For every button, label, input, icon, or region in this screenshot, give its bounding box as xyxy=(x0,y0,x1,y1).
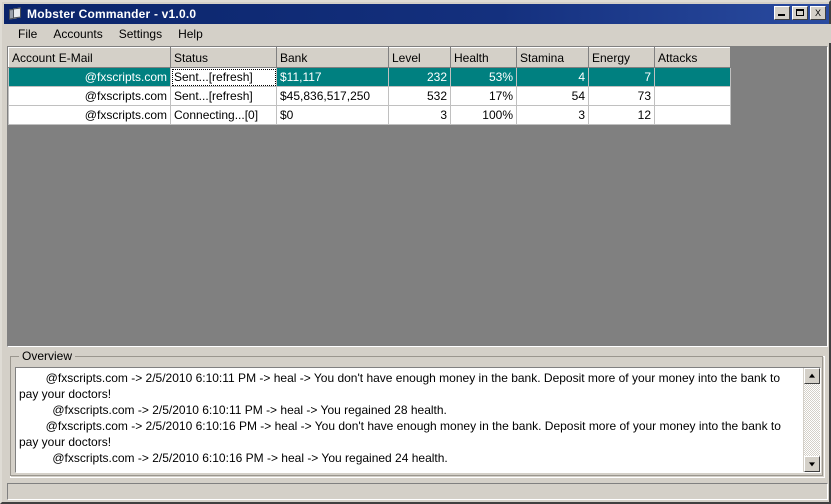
minimize-button[interactable] xyxy=(774,6,790,20)
window-title: Mobster Commander - v1.0.0 xyxy=(27,7,197,21)
cell-stamina[interactable]: 54 xyxy=(516,86,589,106)
menu-item-file[interactable]: File xyxy=(10,25,45,43)
cell-account-email[interactable]: @fxscripts.com xyxy=(8,105,171,125)
cell-bank[interactable]: $0 xyxy=(276,105,389,125)
cell-attacks[interactable] xyxy=(654,105,731,125)
column-header-status[interactable]: Status xyxy=(170,47,277,68)
title-bar[interactable]: Mobster Commander - v1.0.0 X xyxy=(4,4,829,24)
column-header-level[interactable]: Level xyxy=(388,47,451,68)
table-header-row: Account E-Mail Status Bank Level Health … xyxy=(8,47,731,68)
close-button[interactable]: X xyxy=(810,6,826,20)
accounts-grid[interactable]: Account E-Mail Status Bank Level Health … xyxy=(7,46,828,347)
column-header-stamina[interactable]: Stamina xyxy=(516,47,589,68)
overview-log-text: @fxscripts.com -> 2/5/2010 6:10:11 PM ->… xyxy=(19,371,781,465)
cell-health[interactable]: 100% xyxy=(450,105,517,125)
overview-log-box[interactable]: @fxscripts.com -> 2/5/2010 6:10:11 PM ->… xyxy=(15,367,821,473)
menu-bar: File Accounts Settings Help xyxy=(4,24,831,43)
menu-item-help[interactable]: Help xyxy=(170,25,211,43)
overview-group: Overview @fxscripts.com -> 2/5/2010 6:10… xyxy=(10,349,825,478)
column-header-health[interactable]: Health xyxy=(450,47,517,68)
cell-bank[interactable]: $11,117 xyxy=(276,67,389,87)
menu-item-settings[interactable]: Settings xyxy=(111,25,170,43)
cell-energy[interactable]: 73 xyxy=(588,86,655,106)
cell-status[interactable]: Sent...[refresh] xyxy=(170,86,277,106)
maximize-button[interactable] xyxy=(792,6,808,20)
cell-stamina[interactable]: 3 xyxy=(516,105,589,125)
cell-bank[interactable]: $45,836,517,250 xyxy=(276,86,389,106)
table-row[interactable]: @fxscripts.com Connecting...[0] $0 3 100… xyxy=(8,105,731,125)
cell-attacks[interactable] xyxy=(654,86,731,106)
cell-level[interactable]: 532 xyxy=(388,86,451,106)
scrollbar-track[interactable] xyxy=(804,384,820,456)
cell-attacks[interactable] xyxy=(654,67,731,87)
cell-status[interactable]: Connecting...[0] xyxy=(170,105,277,125)
scroll-up-button[interactable] xyxy=(804,368,820,384)
column-header-bank[interactable]: Bank xyxy=(276,47,389,68)
column-header-energy[interactable]: Energy xyxy=(588,47,655,68)
scroll-up-arrow-icon xyxy=(809,373,815,378)
cell-level[interactable]: 3 xyxy=(388,105,451,125)
scroll-down-arrow-icon xyxy=(809,462,815,467)
status-bar xyxy=(7,483,828,500)
cell-stamina[interactable]: 4 xyxy=(516,67,589,87)
column-header-account-email[interactable]: Account E-Mail xyxy=(8,47,171,68)
cell-status[interactable]: Sent...[refresh] xyxy=(170,67,277,87)
cell-account-email[interactable]: @fxscripts.com xyxy=(8,86,171,106)
cell-energy[interactable]: 7 xyxy=(588,67,655,87)
table-row[interactable]: @fxscripts.com Sent...[refresh] $45,836,… xyxy=(8,86,731,106)
cell-energy[interactable]: 12 xyxy=(588,105,655,125)
window-controls: X xyxy=(774,6,826,20)
close-icon: X xyxy=(814,7,821,18)
menu-item-accounts[interactable]: Accounts xyxy=(45,25,110,43)
cell-account-email[interactable]: @fxscripts.com xyxy=(8,67,171,87)
accounts-table: Account E-Mail Status Bank Level Health … xyxy=(8,47,731,125)
table-row[interactable]: @fxscripts.com Sent...[refresh] $11,117 … xyxy=(8,67,731,87)
cell-level[interactable]: 232 xyxy=(388,67,451,87)
application-window: Mobster Commander - v1.0.0 X File Accoun… xyxy=(0,0,831,504)
cell-health[interactable]: 53% xyxy=(450,67,517,87)
overview-scrollbar[interactable] xyxy=(803,368,820,472)
cell-health[interactable]: 17% xyxy=(450,86,517,106)
column-header-attacks[interactable]: Attacks xyxy=(654,47,731,68)
overview-legend: Overview xyxy=(19,349,76,363)
app-cards-icon xyxy=(7,7,23,21)
scroll-down-button[interactable] xyxy=(804,456,820,472)
